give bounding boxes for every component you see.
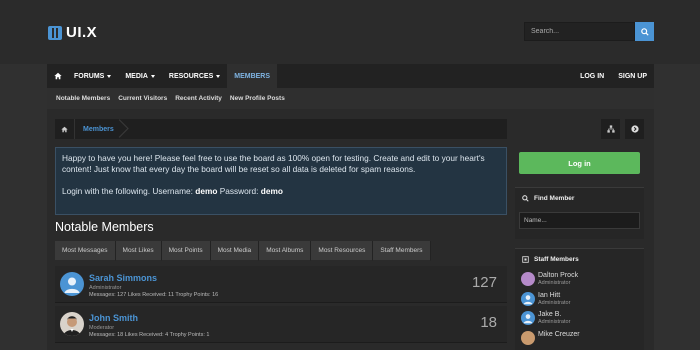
search-button[interactable] [635,22,654,41]
tab-staff-members[interactable]: Staff Members [373,241,431,261]
notice-password-label: Password: [217,186,261,196]
login-link[interactable]: LOG IN [573,64,611,88]
member-tabs: Most Messages Most Likes Most Points Mos… [55,241,507,261]
logo-icon [48,25,62,40]
tab-most-resources[interactable]: Most Resources [311,241,374,261]
member-name[interactable]: John Smith [89,313,138,323]
user-icon [523,314,533,324]
caret-down-icon [150,74,155,78]
staff-name[interactable]: Ian Hitt [538,292,560,299]
staff-icon [522,256,529,263]
nav-home[interactable] [49,72,67,80]
staff-item[interactable]: Jake B. Administrator [515,309,644,329]
staff-item[interactable]: Mike Creuzer [515,329,644,349]
tab-most-media[interactable]: Most Media [210,241,260,261]
sitemap-button[interactable] [601,119,620,139]
subnav-notable-members[interactable]: Notable Members [52,95,114,102]
search-input[interactable] [524,22,635,41]
sitemap-icon [606,125,615,133]
nav-account: LOG IN SIGN UP [573,64,654,88]
staff-role: Administrator [538,299,571,306]
member-role: Administrator [89,285,122,291]
staff-members-title: Staff Members [534,256,579,263]
member-name[interactable]: Sarah Simmons [89,273,157,283]
search-bar [524,22,654,41]
nav-media-label: MEDIA [125,72,148,80]
list-item: Sarah Simmons Administrator Messages: 12… [55,266,507,303]
subnav-recent-activity[interactable]: Recent Activity [171,95,226,102]
member-list: Sarah Simmons Administrator Messages: 12… [55,266,507,346]
nav-forums-label: FORUMS [74,72,105,80]
next-button[interactable] [625,119,644,139]
staff-name[interactable]: Dalton Prock [538,272,578,279]
breadcrumb: Members [55,119,507,139]
staff-name[interactable]: Mike Creuzer [538,331,580,338]
avatar[interactable] [60,272,84,296]
staff-item[interactable]: Ian Hitt Administrator [515,290,644,310]
nav-members[interactable]: MEMBERS [227,64,278,88]
logo-text: UI.X [66,24,98,41]
member-count: 127 [471,274,497,291]
notice-login-prefix: Login with the following. Username: [62,186,196,196]
find-member-input[interactable] [519,212,640,229]
nav-resources-label: RESOURCES [168,72,214,80]
nav-members-label: MEMBERS [234,72,271,80]
notice-text: Happy to have you here! Please feel free… [62,153,485,174]
list-item: John Smith Moderator Messages: 18 Likes … [55,306,507,343]
breadcrumb-members[interactable]: Members [75,119,122,139]
sub-nav: Notable Members Current Visitors Recent … [47,88,654,109]
avatar[interactable] [521,311,535,325]
user-photo-icon [63,316,81,336]
page-title: Notable Members [55,220,154,234]
avatar[interactable] [521,291,535,306]
nav-resources[interactable]: RESOURCES [162,64,227,88]
member-stats: Messages: 127 Likes Received: 11 Trophy … [89,292,219,298]
staff-role: Administrator [538,280,571,286]
tab-most-likes[interactable]: Most Likes [115,241,162,261]
find-member-block: Find Member [515,187,644,239]
member-count: 18 [480,314,497,331]
staff-name[interactable]: Jake B. [538,311,561,318]
nav-forums[interactable]: FORUMS [67,64,118,88]
tab-most-albums[interactable]: Most Albums [259,241,312,261]
main-nav: FORUMS MEDIA RESOURCES MEMBERS LOG IN SI… [47,64,654,88]
subnav-new-profile-posts[interactable]: New Profile Posts [226,95,289,102]
caret-down-icon [107,74,112,78]
home-icon [54,72,62,80]
tab-most-messages[interactable]: Most Messages [55,241,116,261]
notice-login-line: Login with the following. Username: demo… [62,186,500,197]
tab-most-points[interactable]: Most Points [161,241,211,261]
caret-down-icon [216,74,221,78]
search-icon [522,195,529,202]
staff-item[interactable]: Dalton Prock Administrator [515,270,644,290]
signup-link[interactable]: SIGN UP [611,64,654,88]
subnav-current-visitors[interactable]: Current Visitors [114,95,171,102]
avatar[interactable] [521,330,535,345]
staff-role: Administrator [538,319,571,325]
user-icon [523,294,533,304]
member-stats: Messages: 18 Likes Received: 4 Trophy Po… [89,332,210,338]
breadcrumb-home[interactable] [55,119,75,139]
avatar[interactable] [521,272,535,286]
notice-password: demo [260,186,283,196]
avatar[interactable] [60,312,84,336]
search-icon [640,27,649,36]
site-logo[interactable]: UI.X [48,24,97,41]
staff-members-header: Staff Members [515,249,644,270]
site-header: UI.X [0,0,700,64]
tab-spacer [431,241,507,261]
home-icon [61,126,68,132]
chevron-right-circle-icon [630,125,639,133]
user-icon [64,277,80,293]
find-member-header: Find Member [515,188,644,209]
notice-username: demo [195,186,218,196]
find-member-title: Find Member [534,195,575,202]
member-role: Moderator [89,325,115,331]
nav-media[interactable]: MEDIA [118,64,162,88]
login-button[interactable]: Log in [519,152,640,174]
staff-members-block: Staff Members Dalton Prock Administrator… [515,248,644,350]
notice-banner: Happy to have you here! Please feel free… [55,147,507,215]
